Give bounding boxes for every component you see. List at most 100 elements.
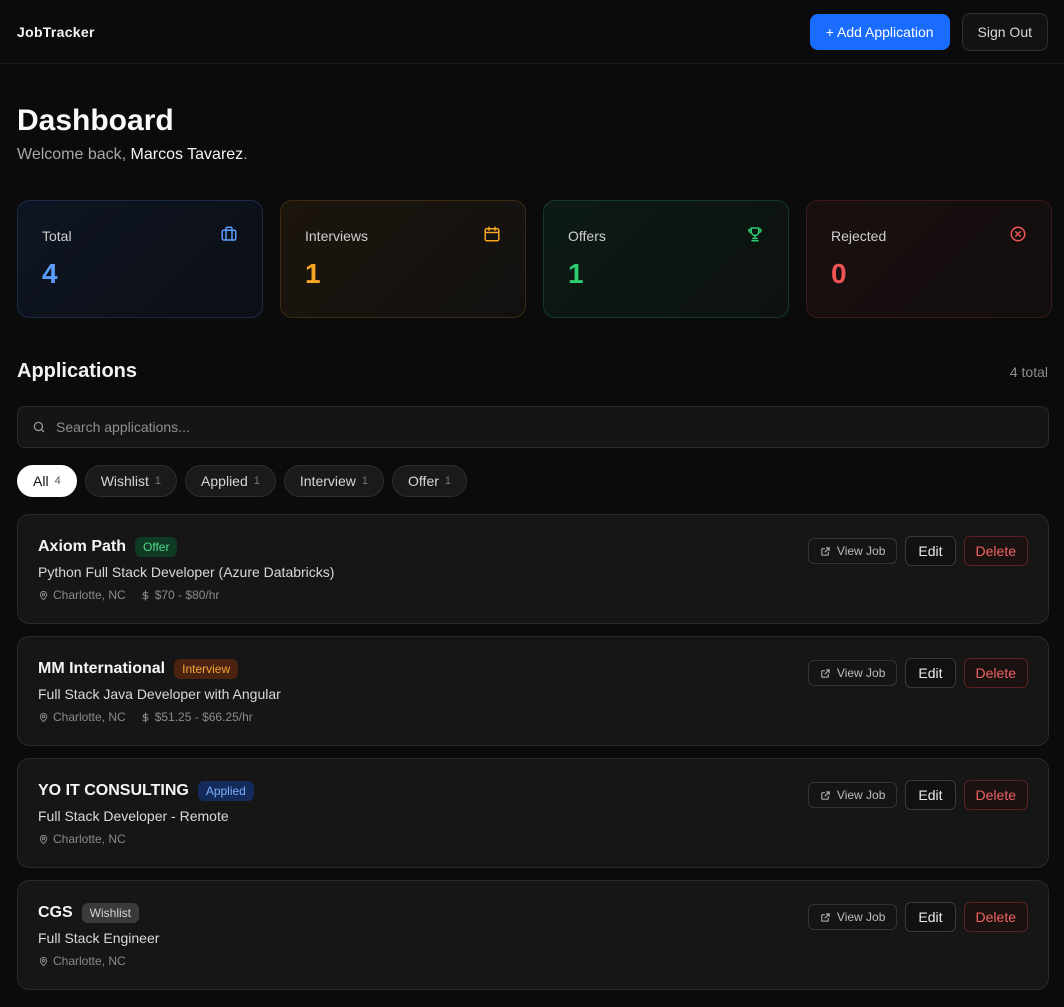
edit-button[interactable]: Edit bbox=[905, 902, 956, 932]
stat-card-total: Total 4 bbox=[17, 200, 263, 318]
location-text: Charlotte, NC bbox=[53, 588, 126, 602]
view-job-label: View Job bbox=[836, 910, 886, 924]
external-link-icon bbox=[821, 546, 830, 556]
status-filters: All 4 Wishlist 1 Applied 1 Interview 1 O… bbox=[17, 465, 468, 497]
sign-out-button[interactable]: Sign Out bbox=[961, 12, 1048, 51]
delete-button[interactable]: Delete bbox=[963, 536, 1028, 566]
x-circle-icon bbox=[1010, 226, 1026, 242]
filter-label: Offer bbox=[408, 473, 439, 489]
delete-button[interactable]: Delete bbox=[963, 780, 1028, 810]
map-pin-icon bbox=[39, 956, 48, 966]
view-job-button[interactable]: View Job bbox=[807, 782, 898, 808]
application-card: MM International Interview Full Stack Ja… bbox=[17, 636, 1049, 746]
view-job-button[interactable]: View Job bbox=[807, 538, 898, 564]
job-meta: Charlotte, NC bbox=[38, 832, 1028, 846]
external-link-icon bbox=[821, 668, 830, 678]
job-role: Full Stack Engineer bbox=[38, 930, 160, 946]
welcome-prefix: Welcome back, bbox=[17, 146, 131, 163]
location: Charlotte, NC bbox=[38, 954, 126, 968]
search-input[interactable] bbox=[56, 419, 1048, 435]
status-badge: Applied bbox=[197, 781, 254, 801]
pay-text: $51.25 - $66.25/hr bbox=[154, 710, 253, 724]
briefcase-icon bbox=[221, 226, 237, 241]
company-name: YO IT CONSULTING bbox=[38, 782, 189, 799]
view-job-label: View Job bbox=[836, 666, 886, 680]
card-actions: View Job Edit Delete bbox=[807, 902, 1028, 932]
company-name: CGS bbox=[38, 904, 73, 921]
card-actions: View Job Edit Delete bbox=[807, 536, 1028, 566]
edit-button[interactable]: Edit bbox=[905, 658, 956, 688]
trophy-icon bbox=[748, 227, 762, 242]
filter-offer[interactable]: Offer 1 bbox=[392, 465, 468, 497]
applications-count: 4 total bbox=[1009, 364, 1048, 380]
job-meta: Charlotte, NC $70 - $80/hr bbox=[38, 588, 1028, 602]
job-role: Full Stack Developer - Remote bbox=[38, 808, 229, 824]
location-text: Charlotte, NC bbox=[53, 832, 126, 846]
filter-interview[interactable]: Interview 1 bbox=[283, 465, 385, 497]
job-meta: Charlotte, NC bbox=[38, 954, 1028, 968]
stat-label: Interviews bbox=[305, 228, 369, 244]
map-pin-icon bbox=[39, 834, 48, 844]
search-bar[interactable] bbox=[17, 406, 1049, 448]
filter-applied[interactable]: Applied 1 bbox=[185, 465, 276, 497]
edit-button[interactable]: Edit bbox=[905, 536, 956, 566]
job-meta: Charlotte, NC $51.25 - $66.25/hr bbox=[38, 710, 1028, 724]
add-application-button[interactable]: + Add Application bbox=[809, 13, 950, 50]
filter-count: 1 bbox=[253, 475, 260, 487]
filter-label: Wishlist bbox=[100, 473, 149, 489]
edit-button[interactable]: Edit bbox=[905, 780, 956, 810]
view-job-button[interactable]: View Job bbox=[807, 904, 898, 930]
filter-count: 1 bbox=[361, 475, 369, 487]
view-job-button[interactable]: View Job bbox=[807, 660, 898, 686]
dollar-icon bbox=[141, 589, 148, 601]
card-actions: View Job Edit Delete bbox=[807, 658, 1028, 688]
location: Charlotte, NC bbox=[38, 588, 126, 602]
external-link-icon bbox=[821, 790, 830, 800]
pay-range: $70 - $80/hr bbox=[140, 588, 220, 602]
card-actions: View Job Edit Delete bbox=[807, 780, 1028, 810]
filter-wishlist[interactable]: Wishlist 1 bbox=[84, 465, 178, 497]
filter-label: Interview bbox=[299, 473, 356, 489]
location: Charlotte, NC bbox=[38, 832, 126, 846]
stats-row: Total 4 Interviews 1 Offers 1 Rejected 0 bbox=[17, 200, 1052, 318]
filter-count: 1 bbox=[444, 475, 452, 487]
stat-card-offers: Offers 1 bbox=[543, 200, 789, 318]
map-pin-icon bbox=[39, 590, 48, 600]
calendar-icon bbox=[484, 226, 500, 242]
welcome-suffix: . bbox=[243, 146, 248, 163]
dollar-icon bbox=[141, 711, 148, 723]
filter-all[interactable]: All 4 bbox=[17, 465, 77, 497]
stat-card-rejected: Rejected 0 bbox=[806, 200, 1052, 318]
location-text: Charlotte, NC bbox=[53, 710, 126, 724]
filter-count: 1 bbox=[154, 475, 162, 487]
view-job-label: View Job bbox=[836, 788, 886, 802]
top-actions: + Add Application Sign Out bbox=[809, 12, 1048, 51]
filter-label: All bbox=[33, 473, 49, 489]
status-badge: Offer bbox=[135, 537, 178, 557]
stat-value: 0 bbox=[831, 258, 847, 289]
application-card: CGS Wishlist Full Stack Engineer Charlot… bbox=[17, 880, 1049, 990]
company-name: Axiom Path bbox=[38, 538, 127, 555]
user-name: Marcos Tavarez bbox=[130, 146, 244, 163]
filter-count: 4 bbox=[54, 475, 61, 487]
welcome-message: Welcome back, Marcos Tavarez. bbox=[17, 146, 248, 164]
app-brand[interactable]: JobTracker bbox=[17, 24, 95, 40]
stat-label: Total bbox=[42, 228, 72, 244]
application-card: YO IT CONSULTING Applied Full Stack Deve… bbox=[17, 758, 1049, 868]
status-badge: Wishlist bbox=[81, 903, 140, 923]
stat-value: 1 bbox=[305, 258, 321, 289]
company-name: MM International bbox=[38, 660, 166, 677]
stat-label: Offers bbox=[568, 228, 606, 244]
top-bar: JobTracker + Add Application Sign Out bbox=[0, 0, 1064, 64]
stat-label: Rejected bbox=[831, 228, 887, 244]
page-title: Dashboard bbox=[17, 104, 174, 137]
external-link-icon bbox=[821, 912, 830, 922]
pay-range: $51.25 - $66.25/hr bbox=[140, 710, 253, 724]
pay-text: $70 - $80/hr bbox=[154, 588, 220, 602]
search-icon bbox=[33, 421, 45, 433]
delete-button[interactable]: Delete bbox=[963, 658, 1028, 688]
application-card: Axiom Path Offer Python Full Stack Devel… bbox=[17, 514, 1049, 624]
map-pin-icon bbox=[39, 712, 48, 722]
delete-button[interactable]: Delete bbox=[963, 902, 1028, 932]
location-text: Charlotte, NC bbox=[53, 954, 126, 968]
